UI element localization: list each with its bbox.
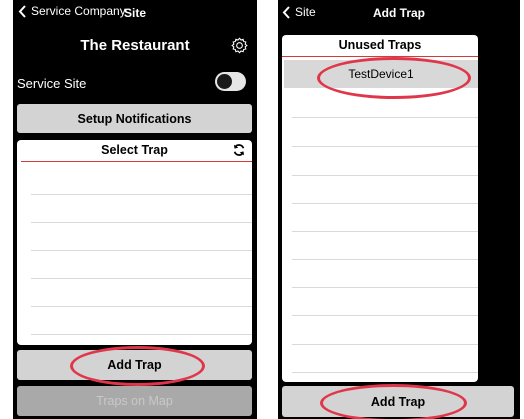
list-item[interactable] <box>292 117 478 118</box>
header-divider <box>21 161 252 162</box>
list-item[interactable] <box>31 278 252 279</box>
header-divider <box>282 56 478 57</box>
back-label: Site <box>295 5 316 19</box>
back-button[interactable]: Service Company <box>17 4 126 18</box>
chevron-left-icon <box>18 4 26 18</box>
refresh-icon[interactable] <box>232 143 246 157</box>
list-item[interactable] <box>292 203 478 204</box>
list-item[interactable] <box>292 259 478 260</box>
site-screen: Service Company Site The Restaurant Serv… <box>13 0 257 419</box>
service-site-toggle[interactable] <box>215 72 246 91</box>
traps-on-map-button[interactable]: Traps on Map <box>17 386 252 416</box>
list-item[interactable] <box>31 250 252 251</box>
chevron-left-icon <box>282 5 290 19</box>
list-item[interactable] <box>31 306 252 307</box>
setup-notifications-button[interactable]: Setup Notifications <box>17 104 252 133</box>
list-item[interactable] <box>292 175 478 176</box>
list-item[interactable] <box>31 334 252 335</box>
list-item[interactable] <box>31 222 252 223</box>
list-item[interactable] <box>292 344 478 345</box>
list-item[interactable] <box>292 287 478 288</box>
nav-title: Add Trap <box>373 6 426 20</box>
unused-traps-header: Unused Traps <box>338 38 422 52</box>
select-trap-header: Select Trap <box>101 143 168 157</box>
nav-title: Site <box>124 6 147 20</box>
add-trap-button[interactable]: Add Trap <box>17 350 252 380</box>
add-trap-screen: Site Add Trap Unused Traps TestDevice1 A… <box>278 0 520 419</box>
list-item[interactable] <box>292 315 478 316</box>
list-item-selected[interactable]: TestDevice1 <box>284 60 478 88</box>
service-site-label: Service Site <box>17 76 87 91</box>
list-item[interactable] <box>31 194 252 195</box>
list-item[interactable] <box>292 231 478 232</box>
unused-traps-panel: Unused Traps TestDevice1 <box>282 35 478 382</box>
list-item[interactable] <box>292 146 478 147</box>
toggle-knob <box>217 74 232 89</box>
page-title: The Restaurant <box>80 37 190 54</box>
back-label: Service Company <box>31 4 126 18</box>
gear-icon[interactable] <box>231 37 248 54</box>
list-item[interactable] <box>292 372 478 373</box>
back-button[interactable]: Site <box>281 5 316 19</box>
select-trap-panel: Select Trap <box>17 140 252 345</box>
add-trap-button[interactable]: Add Trap <box>282 386 514 417</box>
